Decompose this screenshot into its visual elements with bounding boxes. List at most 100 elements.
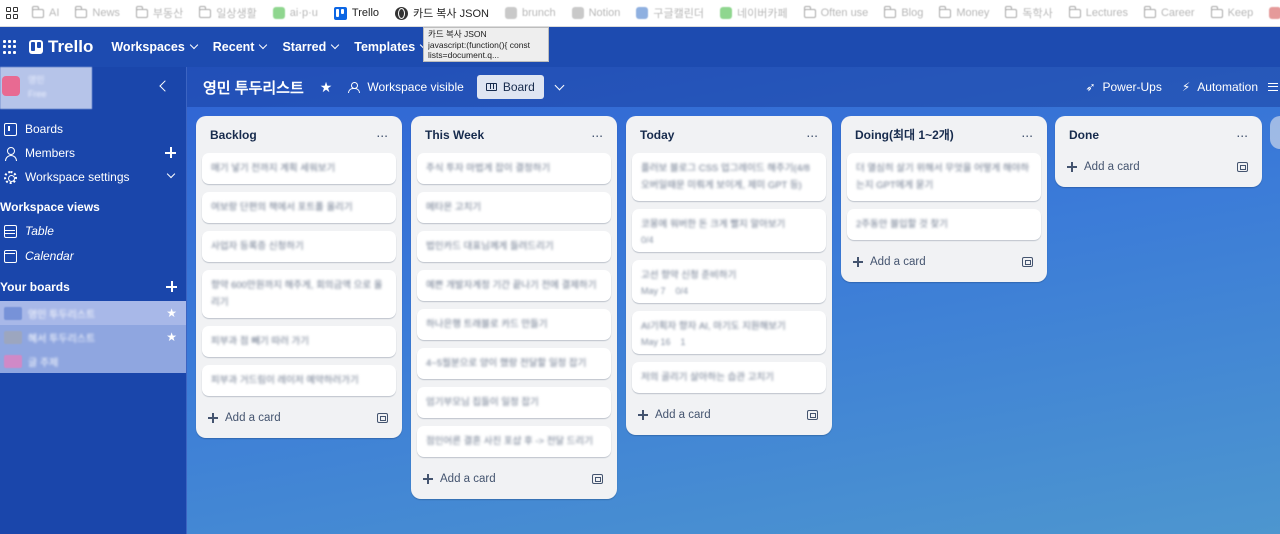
card[interactable]: 주식 투자 마법게 잡이 결정하기	[417, 153, 611, 184]
card[interactable]: 4~5월분으로 양이 했랑 전달할 일정 잡기	[417, 348, 611, 379]
card[interactable]: 여보랑 단편의 책에서 포트폴 올리기	[202, 192, 396, 223]
bookmark-item[interactable]: Lectures	[1061, 2, 1136, 24]
card-template-icon[interactable]	[592, 474, 603, 484]
card[interactable]: 엄기부모님 집들이 일정 잡기	[417, 387, 611, 418]
card[interactable]: 점인어른 결혼 사진 포샵 후 -> 전달 드리기	[417, 426, 611, 457]
bookmark-item[interactable]: ai·p·u	[265, 2, 326, 24]
bookmark-item[interactable]: Keep	[1203, 2, 1262, 24]
bookmark-item[interactable]: AI	[24, 2, 67, 24]
board-title[interactable]: 영민 투두리스트	[203, 77, 304, 98]
bookmark-item[interactable]: 구글캘린더	[628, 2, 712, 24]
sidebar-board-item[interactable]: 영민 투두리스트 ★	[0, 301, 186, 325]
bookmark-item[interactable]: Career	[1136, 2, 1203, 24]
app-switcher-icon[interactable]	[3, 40, 17, 54]
add-card-button[interactable]: Add a card	[208, 412, 281, 424]
boards-icon	[4, 122, 17, 136]
menu-workspaces[interactable]: Workspaces	[103, 31, 204, 63]
visibility-button[interactable]: Workspace visible	[348, 80, 464, 94]
card[interactable]: 하나은행 트래블로 카드 만들기	[417, 309, 611, 340]
list-title[interactable]: Backlog	[210, 128, 257, 142]
bookmark-item[interactable]: Money	[931, 2, 997, 24]
view-switcher-chevron-icon[interactable]	[554, 80, 565, 90]
workspace-header[interactable]: 영민 Free	[0, 67, 186, 109]
list-title[interactable]: Doing(최대 1~2개)	[855, 126, 954, 143]
plus-icon	[423, 474, 433, 484]
board-view-button[interactable]: Board	[476, 75, 544, 99]
sidebar-item-members[interactable]: Members	[0, 143, 187, 163]
bookmark-item[interactable]: Blog	[876, 2, 931, 24]
filter-icon[interactable]	[1268, 83, 1278, 91]
sidebar-item-table[interactable]: Table	[0, 221, 187, 241]
card-title: AI기획자 향자 AI, 마기도 지원해보기	[641, 321, 786, 332]
card-template-icon[interactable]	[1237, 162, 1248, 172]
trello-logo[interactable]: Trello	[29, 37, 93, 57]
bookmark-item[interactable]: Trello	[326, 2, 387, 24]
list: Doing(최대 1~2개)... 더 열심히 살기 위해서 무엇을 어떻게 해야…	[841, 116, 1047, 282]
menu-starred[interactable]: Starred	[274, 31, 346, 63]
star-icon[interactable]: ★	[166, 306, 177, 320]
workspace-plan: Free	[28, 89, 47, 99]
card[interactable]: 피부과 거드림이 레이저 예약하러가기	[202, 365, 396, 396]
add-member-icon[interactable]	[165, 147, 176, 158]
favicon-icon	[720, 7, 732, 19]
powerups-button[interactable]: ➶ Power-Ups	[1075, 80, 1171, 94]
bookmark-item[interactable]: 일상생활	[191, 2, 264, 24]
sidebar-item-calendar[interactable]: Calendar	[0, 246, 187, 266]
list-title[interactable]: This Week	[425, 128, 484, 142]
list-menu-icon[interactable]: ...	[376, 125, 388, 139]
bookmark-item[interactable]: News	[67, 2, 128, 24]
card[interactable]: AI기획자 향자 AI, 마기도 지원해보기 May 16 1	[632, 311, 826, 354]
card-template-icon[interactable]	[377, 413, 388, 423]
bookmark-item[interactable]: 카드 복사 JSON	[387, 2, 497, 24]
add-card-button[interactable]: Add a card	[1067, 161, 1140, 173]
card[interactable]: 매기 넣기 전까지 계획 세워보기	[202, 153, 396, 184]
card[interactable]: 저의 골리기 살아하는 습관 고치기	[632, 362, 826, 393]
plus-icon	[1067, 162, 1077, 172]
star-icon[interactable]: ★	[166, 330, 177, 344]
card[interactable]: 향약 600만원까지 해주게, 회의금액 으로 올리기	[202, 270, 396, 318]
card[interactable]: 2주동안 블입할 것 찾기	[847, 209, 1041, 240]
add-card-button[interactable]: Add a card	[638, 409, 711, 421]
list-menu-icon[interactable]: ...	[1236, 125, 1248, 139]
card[interactable]: 예쁜 개발자계정 기간 끝나기 전에 결제하기	[417, 270, 611, 301]
add-list-stub[interactable]	[1270, 116, 1280, 149]
card-template-icon[interactable]	[807, 410, 818, 420]
bookmark-label: Often use	[820, 7, 869, 19]
apps-grid-icon[interactable]	[6, 7, 18, 19]
sidebar-board-item[interactable]: 혜서 투두리스트 ★	[0, 325, 186, 349]
card[interactable]: 고선 향약 신청 준비하기 May 7 0/4	[632, 260, 826, 303]
menu-label: Templates	[354, 40, 416, 54]
star-board-icon[interactable]: ★	[320, 79, 333, 96]
list-menu-icon[interactable]: ...	[806, 125, 818, 139]
card[interactable]: 사업자 등록증 신청하기	[202, 231, 396, 262]
list-menu-icon[interactable]: ...	[591, 125, 603, 139]
sidebar-item-label: Boards	[25, 122, 64, 136]
bookmark-item[interactable]: 네이버카페	[712, 2, 796, 24]
collapse-sidebar-icon[interactable]	[159, 80, 171, 92]
sidebar-board-item[interactable]: 글 주제	[0, 349, 186, 373]
bookmark-item[interactable]: Notion	[564, 2, 629, 24]
list-menu-icon[interactable]: ...	[1021, 125, 1033, 139]
card[interactable]: 메타몬 고치기	[417, 192, 611, 223]
menu-recent[interactable]: Recent	[205, 31, 275, 63]
list-title[interactable]: Done	[1069, 128, 1099, 142]
card[interactable]: 피부과 점 빼기 따러 가기	[202, 326, 396, 357]
card[interactable]: 더 열심히 살기 위해서 무엇을 어떻게 해야하는지 GPT에게 묻기	[847, 153, 1041, 201]
automation-button[interactable]: ⚡ Automation	[1172, 80, 1268, 94]
add-card-button[interactable]: Add a card	[423, 473, 496, 485]
bookmark-item[interactable]: 도시철도가 마케팅하는...	[1261, 2, 1280, 24]
sidebar-item-workspace-settings[interactable]: Workspace settings	[0, 167, 187, 187]
card[interactable]: 코몽에 워버한 돈 크게 빨지 알아보기 0/4	[632, 209, 826, 252]
lightning-icon: ⚡	[1181, 80, 1191, 94]
list-title[interactable]: Today	[640, 128, 674, 142]
add-card-button[interactable]: Add a card	[853, 256, 926, 268]
sidebar-item-boards[interactable]: Boards	[0, 119, 187, 139]
bookmark-item[interactable]: 독학사	[997, 2, 1060, 24]
card[interactable]: 플러보 블로그 CSS 업그레이드 해주기(4/8 오버일때문 미뤄게 보이게,…	[632, 153, 826, 201]
card[interactable]: 법인카드 대표님께게 들려드리기	[417, 231, 611, 262]
bookmark-item[interactable]: brunch	[497, 2, 564, 24]
card-template-icon[interactable]	[1022, 257, 1033, 267]
menu-templates[interactable]: Templates	[346, 31, 435, 63]
bookmark-item[interactable]: Often use	[796, 2, 877, 24]
bookmark-item[interactable]: 부동산	[128, 2, 191, 24]
